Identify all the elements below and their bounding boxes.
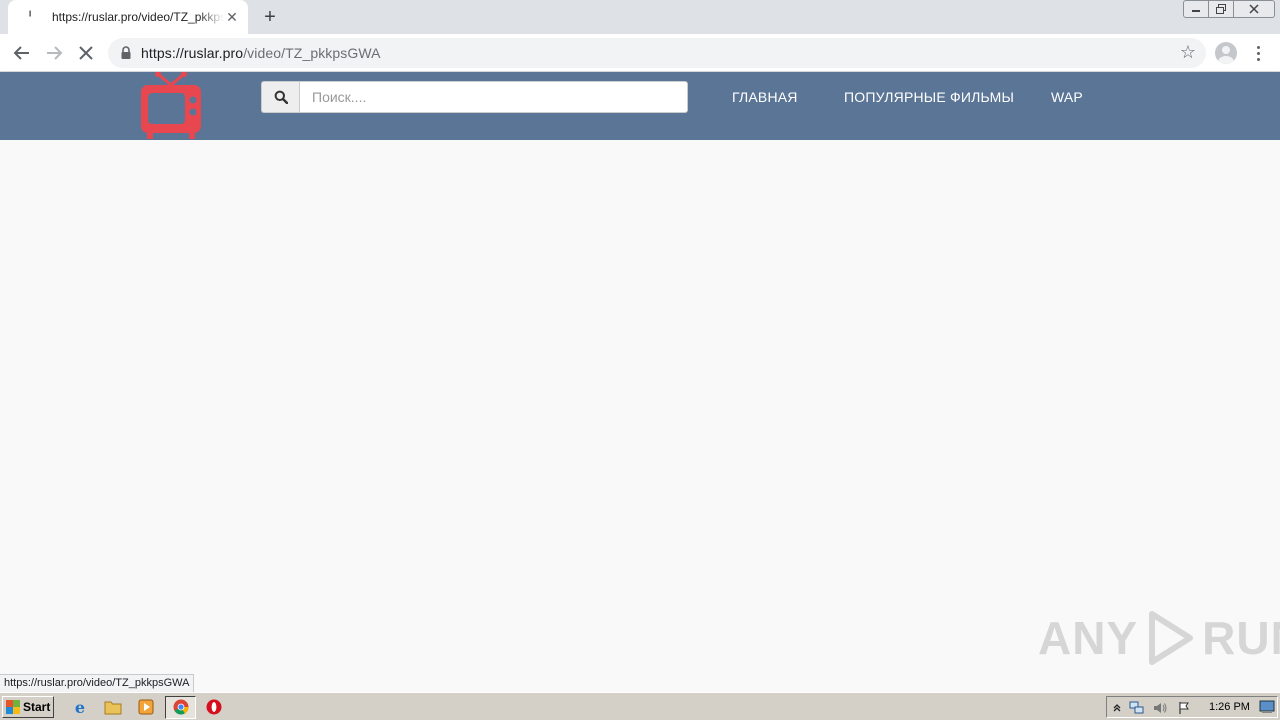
- media-player-icon[interactable]: [137, 698, 155, 716]
- volume-icon[interactable]: [1152, 700, 1168, 716]
- show-hidden-icons-icon[interactable]: [1109, 700, 1125, 716]
- chrome-icon[interactable]: [172, 698, 190, 716]
- back-button[interactable]: [9, 41, 35, 65]
- start-label: Start: [23, 700, 51, 714]
- watermark-left-text: ANY: [1038, 612, 1139, 664]
- start-button[interactable]: Start: [2, 696, 54, 718]
- search-icon: [274, 90, 288, 104]
- lock-icon: [121, 46, 131, 59]
- nav-link-home[interactable]: ГЛАВНАЯ: [732, 89, 798, 105]
- new-tab-button[interactable]: +: [259, 6, 281, 28]
- system-tray: 1:26 PM: [1106, 696, 1278, 718]
- windows-flag-icon: [6, 700, 20, 714]
- browser-tab[interactable]: ╹ https://ruslar.pro/video/TZ_pkkpsGWA ✕: [8, 0, 248, 34]
- stop-icon: [79, 46, 93, 60]
- nav-link-popular-films[interactable]: ПОПУЛЯРНЫЕ ФИЛЬМЫ: [844, 89, 1014, 105]
- browser-toolbar: https://ruslar.pro/video/TZ_pkkpsGWA ☆: [0, 34, 1280, 72]
- site-header: ГЛАВНАЯ ПОПУЛЯРНЫЕ ФИЛЬМЫ WAP: [0, 72, 1280, 140]
- show-desktop-icon[interactable]: [1259, 700, 1275, 714]
- minimize-icon: [1192, 10, 1200, 12]
- browser-status-bar: https://ruslar.pro/video/TZ_pkkpsGWA: [0, 674, 195, 692]
- window-close-button[interactable]: [1233, 0, 1275, 18]
- media-play-icon: [138, 699, 154, 715]
- tab-strip: ╹ https://ruslar.pro/video/TZ_pkkpsGWA ✕…: [0, 0, 1280, 34]
- window-minimize-button[interactable]: [1183, 0, 1209, 18]
- tv-logo-icon[interactable]: [138, 72, 204, 140]
- network-icon[interactable]: [1129, 700, 1145, 716]
- address-url: https://ruslar.pro/video/TZ_pkkpsGWA: [141, 45, 381, 61]
- address-bar[interactable]: https://ruslar.pro/video/TZ_pkkpsGWA ☆: [108, 38, 1206, 68]
- search-button[interactable]: [261, 81, 299, 113]
- stop-loading-button[interactable]: [73, 41, 99, 65]
- search-form: [261, 81, 688, 113]
- tab-title: https://ruslar.pro/video/TZ_pkkpsGWA: [52, 10, 224, 24]
- close-icon: [1249, 4, 1259, 14]
- tab-close-icon[interactable]: ✕: [224, 9, 240, 25]
- nav-link-wap[interactable]: WAP: [1051, 89, 1083, 105]
- arrow-left-icon: [13, 46, 29, 60]
- window-restore-button[interactable]: [1208, 0, 1234, 18]
- anyrun-watermark: ANY RUN: [1038, 606, 1280, 670]
- folder-icon: [104, 701, 122, 715]
- opera-icon[interactable]: [205, 698, 223, 716]
- watermark-right-text: RUN: [1202, 612, 1280, 664]
- windows-taskbar: Start e 1:26 PM: [0, 692, 1280, 720]
- loading-favicon-icon: ╹: [26, 11, 34, 23]
- restore-icon: [1216, 4, 1226, 14]
- opera-logo-icon: [206, 699, 222, 715]
- file-explorer-icon[interactable]: [104, 698, 122, 716]
- action-center-flag-icon[interactable]: [1176, 700, 1192, 716]
- browser-menu-button[interactable]: [1252, 42, 1264, 64]
- bookmark-star-icon[interactable]: ☆: [1180, 42, 1196, 63]
- arrow-right-icon: [47, 46, 63, 60]
- profile-avatar-button[interactable]: [1215, 42, 1237, 64]
- forward-button[interactable]: [41, 41, 67, 65]
- search-input[interactable]: [299, 81, 688, 113]
- chrome-logo-icon: [173, 699, 189, 715]
- play-icon: [1149, 611, 1194, 665]
- internet-explorer-icon[interactable]: e: [71, 698, 89, 717]
- system-clock[interactable]: 1:26 PM: [1209, 701, 1250, 713]
